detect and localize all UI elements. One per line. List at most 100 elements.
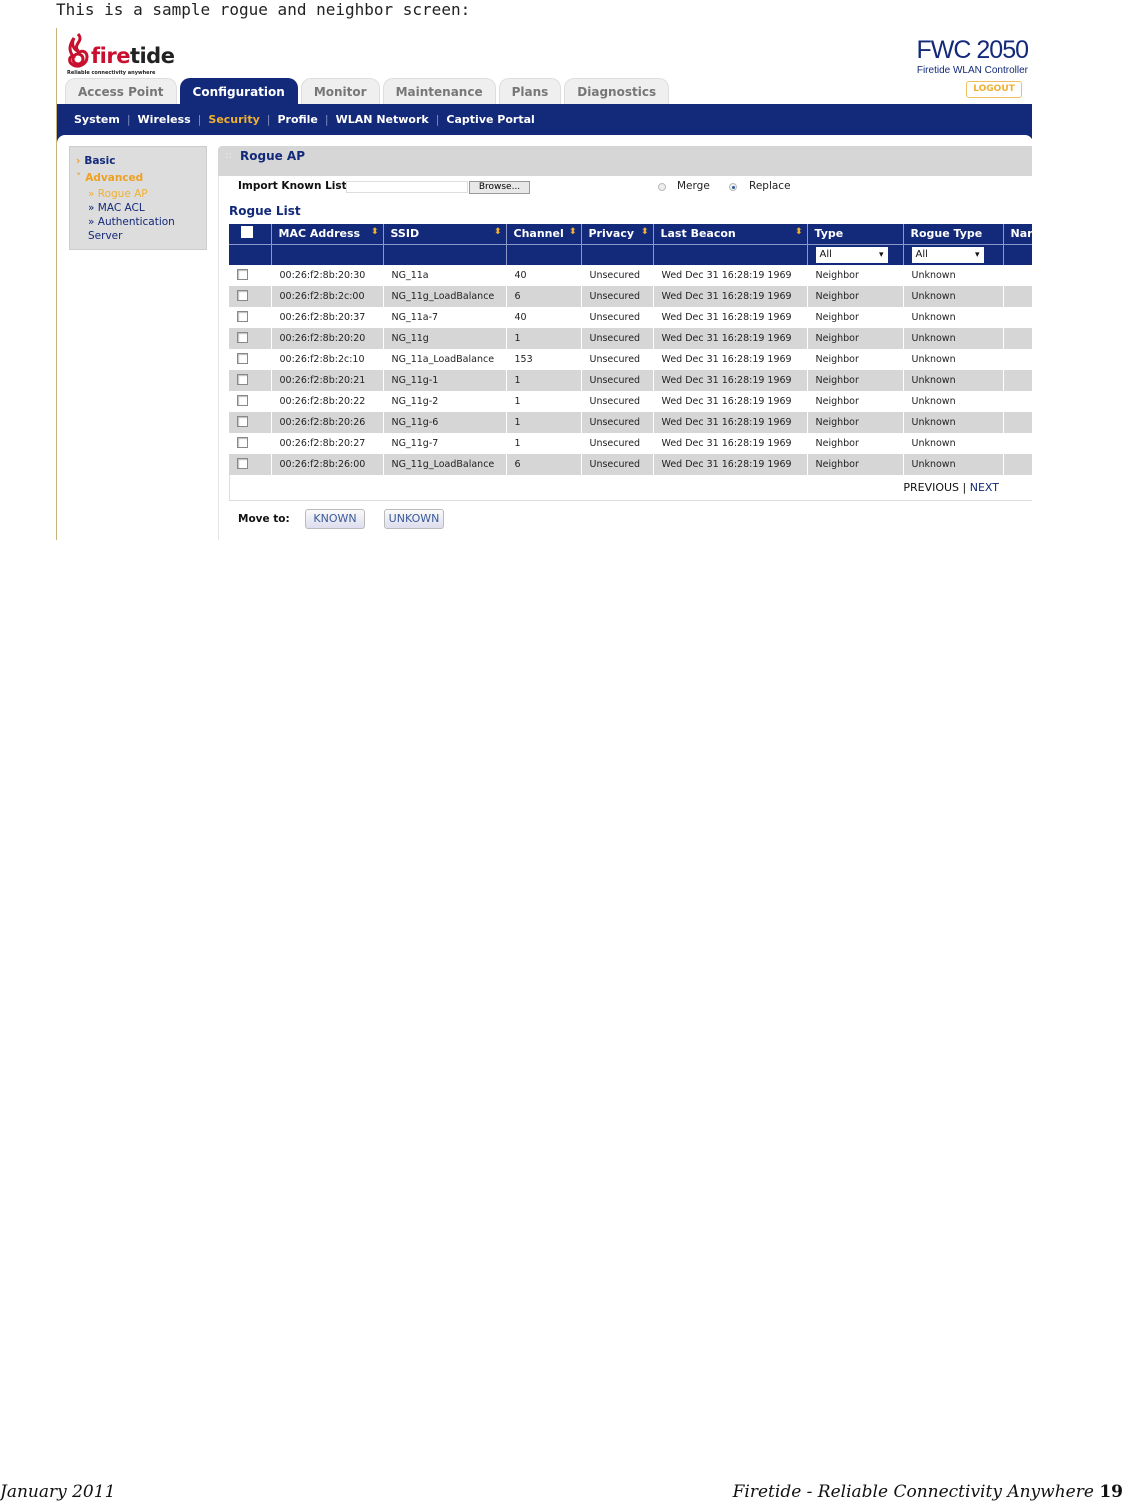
tab-monitor[interactable]: Monitor [300, 78, 380, 104]
table-cell: 1 [506, 391, 582, 412]
row-checkbox[interactable] [237, 373, 248, 385]
rogue-type-filter-select[interactable]: All [911, 246, 984, 263]
table-cell: Unsecured [581, 454, 654, 475]
rogue-table: MAC Address ⬍ SSID ⬍ Channel ⬍ Privacy ⬍ Las… [229, 224, 1032, 475]
row-checkbox[interactable] [237, 352, 248, 364]
table-cell: 00:26:f2:8b:20:27 [271, 433, 384, 454]
table-row: 00:26:f2:8b:20:21 NG_11g-1 1 Unsecured Wed D… [229, 370, 1032, 391]
col-ssid[interactable]: SSID ⬍ [383, 224, 507, 245]
rogue-content: Import Known List Browse... Merge Replac… [218, 176, 1032, 540]
table-cell: Unknown [903, 433, 1004, 454]
row-checkbox[interactable] [237, 289, 248, 301]
subnav-system[interactable]: System [67, 113, 127, 126]
col-name[interactable]: Nar [1003, 224, 1032, 245]
table-cell: Unsecured [581, 307, 654, 328]
table-cell: Neighbor [807, 307, 904, 328]
table-cell: 1 [506, 433, 582, 454]
table-cell [1003, 265, 1032, 286]
table-cell: NG_11g-7 [383, 433, 507, 454]
logout-button[interactable]: LOGOUT [966, 81, 1022, 98]
table-row: 00:26:f2:8b:20:37 NG_11a-7 40 Unsecured Wed … [229, 307, 1032, 328]
tab-configuration[interactable]: Configuration [179, 78, 298, 104]
tab-plans[interactable]: Plans [498, 78, 562, 104]
row-select-cell [229, 433, 272, 454]
subnav-security[interactable]: Security [201, 113, 266, 126]
col-mac-address[interactable]: MAC Address ⬍ [271, 224, 384, 245]
browse-button[interactable]: Browse... [469, 181, 530, 194]
product-brand: FWC 2050 Firetide WLAN Controller [916, 36, 1029, 76]
table-cell: Wed Dec 31 16:28:19 1969 [653, 286, 808, 307]
table-cell: 40 [506, 265, 582, 286]
table-cell: NG_11a [383, 265, 507, 286]
table-cell: Neighbor [807, 391, 904, 412]
col-type[interactable]: Type [807, 224, 904, 245]
subnav-wireless[interactable]: Wireless [131, 113, 198, 126]
sidebar: › Basic ˅ Advanced » Rogue AP » MAC ACL » … [69, 146, 207, 250]
row-checkbox[interactable] [237, 331, 248, 343]
sort-icon: ⬍ [794, 227, 803, 238]
table-cell: NG_11g-1 [383, 370, 507, 391]
col-rogue-type[interactable]: Rogue Type [903, 224, 1004, 245]
merge-radio[interactable] [658, 183, 666, 191]
import-file-input[interactable] [346, 181, 468, 193]
subnav-captive-portal[interactable]: Captive Portal [439, 113, 541, 126]
table-cell: 6 [506, 286, 582, 307]
previous-link[interactable]: PREVIOUS [903, 481, 959, 494]
row-checkbox[interactable] [237, 268, 248, 280]
row-select-cell [229, 391, 272, 412]
table-cell: Neighbor [807, 370, 904, 391]
move-known-button[interactable]: KNOWN [305, 509, 365, 529]
table-cell: Wed Dec 31 16:28:19 1969 [653, 328, 808, 349]
table-cell: Unsecured [581, 433, 654, 454]
tab-access-point[interactable]: Access Point [65, 78, 177, 104]
table-cell: 153 [506, 349, 582, 370]
table-cell: Unknown [903, 286, 1004, 307]
grip-icon: :: [225, 150, 232, 161]
table-cell: Neighbor [807, 349, 904, 370]
move-unknown-button[interactable]: UNKOWN [384, 509, 444, 529]
table-cell [1003, 370, 1032, 391]
page-number: 19 [1099, 1482, 1123, 1502]
type-filter-select[interactable]: All [815, 246, 888, 263]
table-cell: 00:26:f2:8b:20:21 [271, 370, 384, 391]
row-checkbox[interactable] [237, 415, 248, 427]
row-checkbox[interactable] [237, 394, 248, 406]
main-tabs: Access Point Configuration Monitor Maint… [65, 78, 670, 104]
tab-maintenance[interactable]: Maintenance [382, 78, 496, 104]
sidebar-item-mac-acl[interactable]: » MAC ACL [76, 201, 200, 215]
replace-radio[interactable] [729, 183, 737, 191]
page-title: Rogue AP [240, 149, 306, 163]
table-cell: 00:26:f2:8b:20:30 [271, 265, 384, 286]
row-checkbox[interactable] [237, 457, 248, 469]
sidebar-item-authentication-server[interactable]: » Authentication Server [76, 215, 186, 243]
col-channel[interactable]: Channel ⬍ [506, 224, 582, 245]
next-link[interactable]: NEXT [970, 481, 999, 494]
table-cell: 00:26:f2:8b:20:37 [271, 307, 384, 328]
col-last-beacon[interactable]: Last Beacon ⬍ [653, 224, 808, 245]
table-cell: Unsecured [581, 349, 654, 370]
table-cell [1003, 349, 1032, 370]
table-cell [1003, 391, 1032, 412]
row-select-cell [229, 412, 272, 433]
sidebar-item-advanced[interactable]: ˅ Advanced [76, 170, 200, 187]
row-checkbox[interactable] [237, 310, 248, 322]
row-select-cell [229, 454, 272, 475]
tab-diagnostics[interactable]: Diagnostics [564, 78, 670, 104]
sidebar-item-rogue-ap[interactable]: » Rogue AP [76, 187, 200, 201]
table-cell: Unknown [903, 391, 1004, 412]
subnav-profile[interactable]: Profile [270, 113, 324, 126]
sidebar-item-basic[interactable]: › Basic [76, 153, 200, 170]
row-checkbox[interactable] [237, 436, 248, 448]
select-all-checkbox[interactable] [241, 226, 253, 239]
table-cell: Wed Dec 31 16:28:19 1969 [653, 349, 808, 370]
table-cell: NG_11a-7 [383, 307, 507, 328]
col-privacy[interactable]: Privacy ⬍ [581, 224, 654, 245]
table-cell: Unknown [903, 370, 1004, 391]
table-cell: Unsecured [581, 412, 654, 433]
subnav-wlan-network[interactable]: WLAN Network [329, 113, 436, 126]
replace-label: Replace [749, 180, 791, 192]
table-cell: NG_11g [383, 328, 507, 349]
sort-icon: ⬍ [370, 227, 379, 238]
pagination: PREVIOUS | NEXT [229, 475, 1032, 501]
table-row: 00:26:f2:8b:20:26 NG_11g-6 1 Unsecured Wed D… [229, 412, 1032, 433]
